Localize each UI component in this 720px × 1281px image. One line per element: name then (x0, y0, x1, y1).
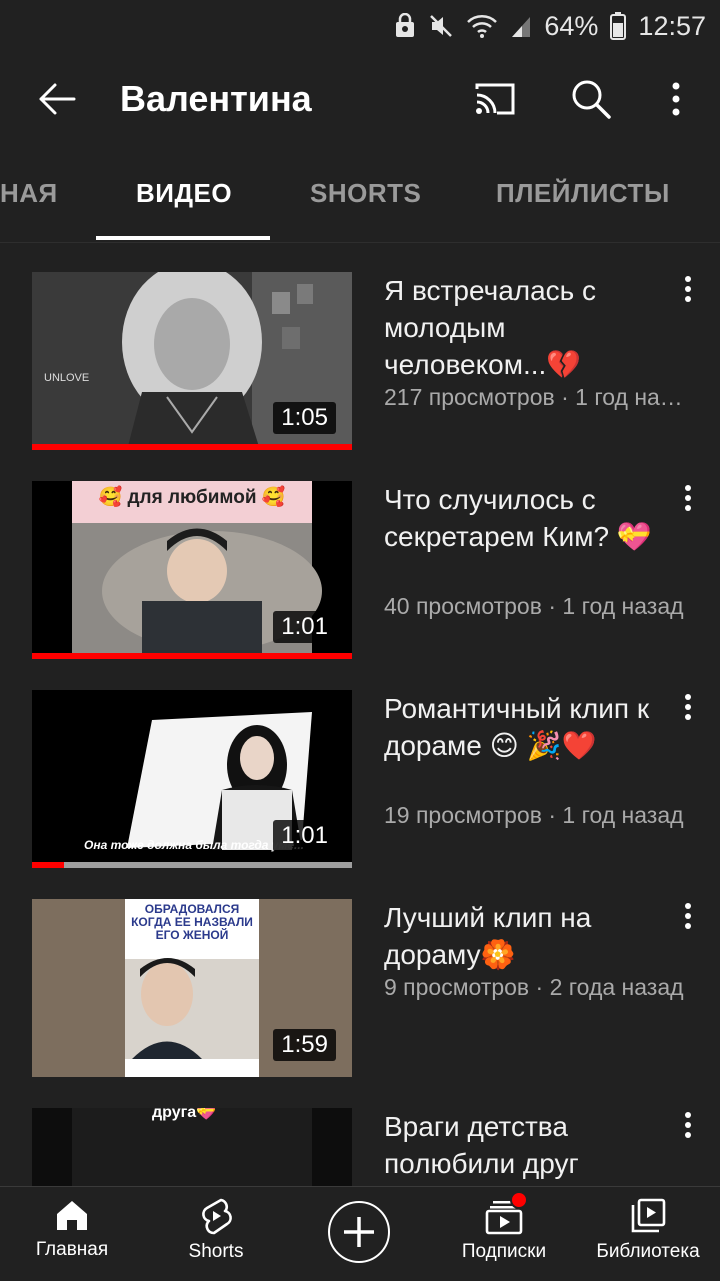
notification-dot (510, 1191, 528, 1209)
more-vert-icon (685, 1112, 691, 1138)
clock: 12:57 (638, 10, 706, 41)
nav-label: Главная (35, 1239, 109, 1260)
wifi-icon (466, 13, 498, 39)
cast-button[interactable] (470, 74, 520, 124)
video-meta: 19 просмотров · 1 год назад (384, 802, 684, 828)
secure-folder-icon (394, 13, 416, 39)
more-vert-icon (685, 903, 691, 929)
video-duration: 1:01 (273, 820, 336, 852)
video-thumbnail[interactable]: ОБРАДОВАЛСЯ КОГДА ЕЕ НАЗВАЛИ ЕГО ЖЕНОЙ 1… (32, 899, 352, 1077)
search-icon (572, 80, 611, 119)
plus-icon (344, 1217, 374, 1247)
more-vert-icon (685, 694, 691, 720)
thumbnail-caption: Она тоже должна была тогда уме... (84, 838, 305, 852)
channel-tabs: НАЯ ВИДЕО SHORTS ПЛЕЙЛИСТЫ (0, 160, 720, 242)
bottom-navigation: Главная Shorts Подписки Библиотека (0, 1186, 720, 1281)
video-meta: 9 просмотров · 2 года назад (384, 974, 684, 1000)
thumbnail-caption: UNLOVE (44, 372, 90, 384)
more-vert-icon (685, 276, 691, 302)
nav-label: Библиотека (596, 1241, 700, 1262)
video-more-button[interactable] (674, 485, 702, 525)
cast-icon (475, 83, 515, 115)
video-meta: 40 просмотров · 1 год назад (384, 593, 684, 619)
nav-home[interactable]: Главная (2, 1197, 142, 1261)
search-button[interactable] (566, 74, 616, 124)
battery-icon (610, 12, 627, 40)
watch-progress-bar (32, 444, 352, 450)
video-item[interactable]: ОБРАДОВАЛСЯ КОГДА ЕЕ НАЗВАЛИ ЕГО ЖЕНОЙ 1… (0, 899, 720, 1089)
nav-shorts[interactable]: Shorts (146, 1197, 286, 1263)
nav-subscriptions[interactable]: Подписки (434, 1191, 574, 1263)
back-button[interactable] (34, 76, 80, 122)
mute-icon (428, 13, 454, 39)
more-vert-icon (685, 485, 691, 511)
watch-progress-bar (32, 653, 352, 659)
video-thumbnail[interactable]: 🥰 для любимой 🥰 1:01 (32, 481, 352, 659)
active-tab-indicator (96, 236, 270, 240)
app-bar: Валентина (0, 52, 720, 144)
video-title[interactable]: Что случилось с секретарем Ким? 💝 (384, 481, 664, 555)
arrow-left-icon (39, 83, 76, 115)
video-item[interactable]: друга💝 Враги детства полюбили друг (0, 1108, 720, 1186)
tab-playlists[interactable]: ПЛЕЙЛИСТЫ (496, 178, 670, 209)
tab-home[interactable]: НАЯ (0, 178, 58, 209)
video-thumbnail[interactable]: UNLOVE 1:05 (32, 272, 352, 450)
video-title[interactable]: Романтичный клип к дораме 😊 🎉❤️ (384, 690, 664, 764)
more-vert-icon (672, 82, 680, 116)
nav-label: Shorts (188, 1241, 244, 1262)
home-icon (57, 1201, 87, 1230)
video-item[interactable]: UNLOVE 1:05 Я встречалась с молодым чело… (0, 272, 720, 462)
video-title[interactable]: Я встречалась с молодым человеком...💔 (384, 272, 664, 383)
library-icon (631, 1198, 666, 1233)
tab-videos[interactable]: ВИДЕО (136, 178, 232, 209)
video-duration: 1:01 (273, 611, 336, 643)
divider (0, 242, 720, 243)
video-item[interactable]: Она тоже должна была тогда уме... 1:01 Р… (0, 690, 720, 880)
watch-progress-bar (32, 862, 352, 868)
video-more-button[interactable] (674, 1112, 702, 1152)
thumbnail-caption: 🥰 для любимой 🥰 (98, 487, 286, 508)
video-item[interactable]: 🥰 для любимой 🥰 1:01 Что случилось с сек… (0, 481, 720, 671)
nav-label: Подписки (461, 1241, 547, 1262)
shorts-icon (202, 1198, 232, 1235)
channel-title: Валентина (120, 78, 312, 119)
more-options-button[interactable] (654, 74, 698, 124)
video-more-button[interactable] (674, 903, 702, 943)
video-duration: 1:59 (273, 1029, 336, 1061)
video-more-button[interactable] (674, 276, 702, 316)
nav-library[interactable]: Библиотека (578, 1197, 718, 1263)
video-duration: 1:05 (273, 402, 336, 434)
video-meta: 217 просмотров · 1 год назад (384, 384, 690, 410)
thumbnail-caption: друга💝 (152, 1108, 217, 1121)
video-title[interactable]: Лучший клип на дораму🏵️ (384, 899, 664, 973)
thumbnail-caption: ОБРАДОВАЛСЯ КОГДА ЕЕ НАЗВАЛИ ЕГО ЖЕНОЙ (131, 902, 253, 942)
status-bar: 64% 12:57 (0, 0, 720, 52)
video-more-button[interactable] (674, 694, 702, 734)
video-title[interactable]: Враги детства полюбили друг (384, 1108, 664, 1182)
create-button[interactable] (328, 1201, 390, 1263)
battery-percent: 64% (544, 10, 599, 41)
subscriptions-icon-wrap (484, 1191, 528, 1235)
tab-shorts[interactable]: SHORTS (310, 178, 421, 209)
video-thumbnail[interactable]: друга💝 (32, 1108, 352, 1186)
signal-icon (510, 13, 532, 39)
video-thumbnail[interactable]: Она тоже должна была тогда уме... 1:01 (32, 690, 352, 868)
